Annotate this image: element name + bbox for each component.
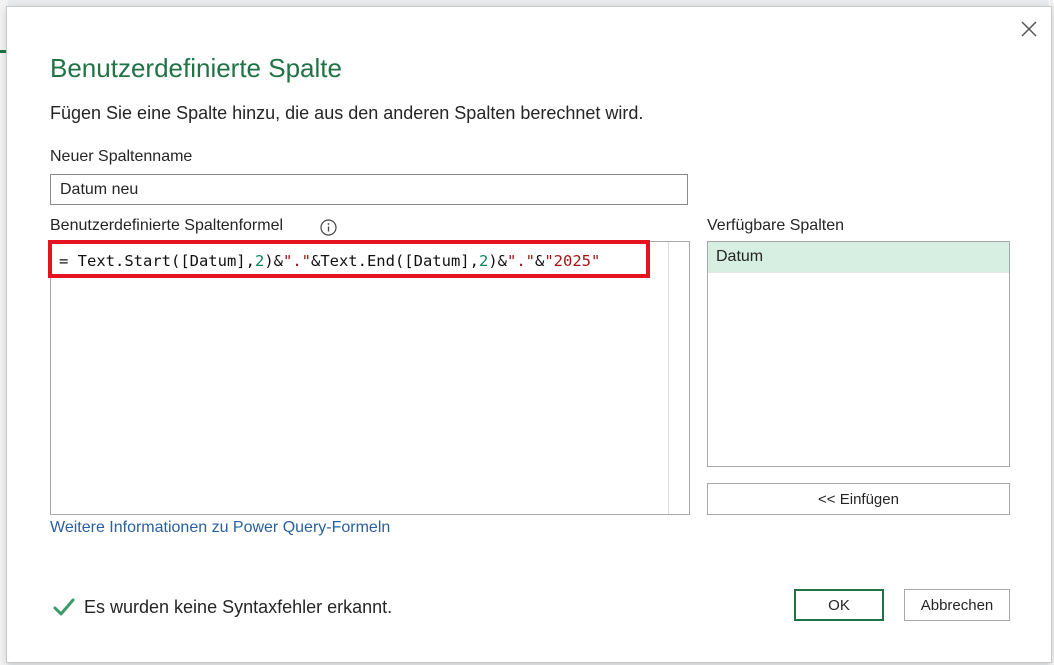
available-columns-label: Verfügbare Spalten xyxy=(707,217,844,234)
custom-column-dialog: Benutzerdefinierte Spalte Fügen Sie eine… xyxy=(6,6,1052,663)
formula-token-number: 2 xyxy=(478,252,489,270)
column-name-input[interactable] xyxy=(50,174,688,205)
dialog-subtitle: Fügen Sie eine Spalte hinzu, die aus den… xyxy=(50,103,644,123)
available-columns-list[interactable]: Datum xyxy=(707,241,1010,467)
formula-scrollbar[interactable] xyxy=(668,242,669,514)
syntax-status: Es wurden keine Syntaxfehler erkannt. xyxy=(53,594,392,620)
dialog-title: Benutzerdefinierte Spalte xyxy=(50,53,342,83)
formula-token: = Text.Start([Datum], xyxy=(59,252,255,270)
formula-editor[interactable]: = Text.Start([Datum],2)&"."&Text.End([Da… xyxy=(50,241,690,515)
info-icon[interactable] xyxy=(320,219,337,236)
list-item[interactable]: Datum xyxy=(708,242,1009,273)
formula-token: & xyxy=(534,252,545,270)
status-text: Es wurden keine Syntaxfehler erkannt. xyxy=(84,596,393,617)
formula-label: Benutzerdefinierte Spaltenformel xyxy=(50,217,284,234)
checkmark-icon xyxy=(53,598,75,616)
cancel-button[interactable]: Abbrechen xyxy=(904,589,1010,621)
formula-token: &Text.End([Datum], xyxy=(310,252,479,270)
help-link[interactable]: Weitere Informationen zu Power Query-For… xyxy=(50,519,390,537)
formula-token-number: 2 xyxy=(254,252,265,270)
formula-text[interactable]: = Text.Start([Datum],2)&"."&Text.End([Da… xyxy=(59,252,600,270)
close-button[interactable] xyxy=(1017,17,1041,41)
formula-token-string: "2025" xyxy=(544,252,601,270)
column-name-label: Neuer Spaltenname xyxy=(50,148,193,165)
formula-token-string: "." xyxy=(506,252,535,270)
formula-token: )& xyxy=(488,252,507,270)
ok-button[interactable]: OK xyxy=(794,589,884,621)
formula-token: )& xyxy=(264,252,283,270)
insert-button[interactable]: << Einfügen xyxy=(707,483,1010,515)
close-icon xyxy=(1021,21,1037,37)
formula-token-string: "." xyxy=(282,252,311,270)
